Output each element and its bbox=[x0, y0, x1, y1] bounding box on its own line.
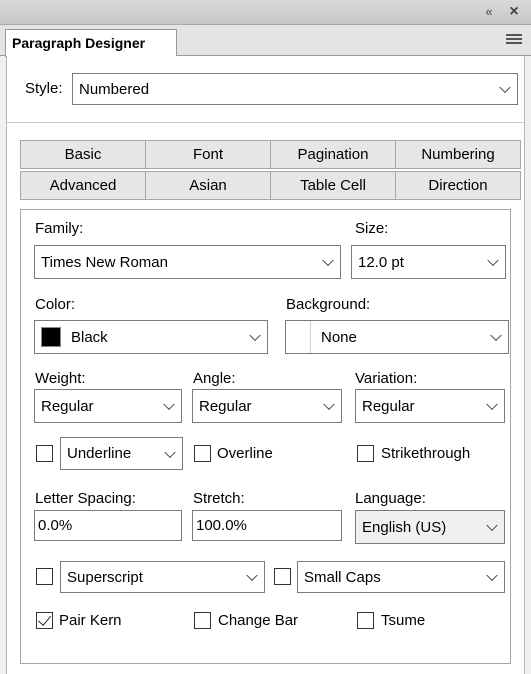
style-select[interactable]: Numbered bbox=[72, 73, 518, 105]
strikethrough-label: Strikethrough bbox=[381, 445, 471, 462]
variation-label: Variation: bbox=[355, 370, 418, 387]
letter-spacing-input[interactable]: 0.0% bbox=[34, 510, 182, 541]
change-bar-label: Change Bar bbox=[218, 612, 299, 629]
color-select-value: Black bbox=[71, 328, 108, 346]
chevron-down-icon bbox=[487, 254, 499, 267]
tsume-label: Tsume bbox=[381, 612, 426, 629]
stretch-input[interactable]: 100.0% bbox=[192, 510, 342, 541]
superscript-checkbox[interactable] bbox=[36, 568, 53, 585]
stretch-label: Stretch: bbox=[193, 490, 245, 507]
overline-label: Overline bbox=[217, 445, 273, 462]
family-select[interactable]: Times New Roman bbox=[34, 245, 341, 279]
chevron-down-icon bbox=[323, 398, 335, 411]
chevron-down-icon bbox=[322, 254, 334, 267]
chevron-down-icon bbox=[249, 329, 261, 342]
chevron-down-icon bbox=[163, 398, 175, 411]
background-select[interactable]: None bbox=[285, 320, 509, 354]
superscript-select-value: Superscript bbox=[67, 568, 143, 586]
color-swatch bbox=[41, 327, 61, 347]
overline-checkbox[interactable] bbox=[194, 445, 211, 462]
variation-select-value: Regular bbox=[362, 397, 415, 415]
tab-pagination[interactable]: Pagination bbox=[270, 140, 396, 169]
color-label: Color: bbox=[35, 296, 76, 313]
language-select-value: English (US) bbox=[362, 518, 447, 536]
tab-basic[interactable]: Basic bbox=[20, 140, 146, 169]
close-icon[interactable]: × bbox=[505, 3, 523, 21]
collapse-icon[interactable]: « bbox=[480, 3, 498, 21]
tab-advanced[interactable]: Advanced bbox=[20, 171, 146, 200]
background-label: Background: bbox=[286, 296, 371, 313]
language-select[interactable]: English (US) bbox=[355, 510, 505, 544]
chevron-down-icon bbox=[164, 446, 176, 458]
tab-font[interactable]: Font bbox=[145, 140, 271, 169]
tsume-checkbox[interactable] bbox=[357, 612, 374, 629]
change-bar-checkbox[interactable] bbox=[194, 612, 211, 629]
size-label: Size: bbox=[355, 220, 389, 237]
divider bbox=[7, 122, 524, 123]
strikethrough-checkbox[interactable] bbox=[357, 445, 374, 462]
superscript-select[interactable]: Superscript bbox=[60, 561, 265, 593]
tab-asian[interactable]: Asian bbox=[145, 171, 271, 200]
pair-kern-checkbox[interactable] bbox=[36, 612, 53, 629]
background-select-value: None bbox=[321, 328, 357, 346]
angle-select-value: Regular bbox=[199, 397, 252, 415]
chevron-down-icon bbox=[486, 569, 498, 582]
color-select[interactable]: Black bbox=[34, 320, 268, 354]
family-select-value: Times New Roman bbox=[41, 253, 168, 271]
chevron-down-icon bbox=[246, 569, 258, 582]
smallcaps-select[interactable]: Small Caps bbox=[297, 561, 505, 593]
chevron-down-icon bbox=[490, 329, 502, 342]
chevron-down-icon bbox=[486, 398, 498, 411]
panel-menu-icon[interactable] bbox=[506, 34, 522, 46]
background-swatch bbox=[286, 321, 311, 353]
language-label: Language: bbox=[355, 490, 426, 507]
weight-label: Weight: bbox=[35, 370, 86, 387]
size-combo-value: 12.0 pt bbox=[358, 253, 404, 271]
underline-checkbox[interactable] bbox=[36, 445, 53, 462]
smallcaps-select-value: Small Caps bbox=[304, 568, 381, 586]
underline-select[interactable]: Underline bbox=[60, 437, 183, 470]
angle-label: Angle: bbox=[193, 370, 236, 387]
letter-spacing-label: Letter Spacing: bbox=[35, 490, 136, 507]
tab-direction[interactable]: Direction bbox=[395, 171, 521, 200]
variation-select[interactable]: Regular bbox=[355, 389, 505, 423]
weight-select-value: Regular bbox=[41, 397, 94, 415]
panel-titlebar bbox=[0, 0, 531, 25]
family-label: Family: bbox=[35, 220, 84, 237]
tab-paragraph-designer[interactable]: Paragraph Designer bbox=[5, 29, 177, 57]
chevron-down-icon bbox=[486, 519, 498, 532]
tab-numbering[interactable]: Numbering bbox=[395, 140, 521, 169]
chevron-down-icon bbox=[499, 81, 511, 94]
underline-select-value: Underline bbox=[67, 445, 132, 462]
weight-select[interactable]: Regular bbox=[34, 389, 182, 423]
angle-select[interactable]: Regular bbox=[192, 389, 342, 423]
smallcaps-checkbox[interactable] bbox=[274, 568, 291, 585]
style-label: Style: bbox=[25, 80, 63, 97]
style-select-value: Numbered bbox=[79, 80, 150, 98]
tab-table-cell[interactable]: Table Cell bbox=[270, 171, 396, 200]
size-combo[interactable]: 12.0 pt bbox=[351, 245, 506, 279]
pair-kern-label: Pair Kern bbox=[59, 612, 122, 629]
